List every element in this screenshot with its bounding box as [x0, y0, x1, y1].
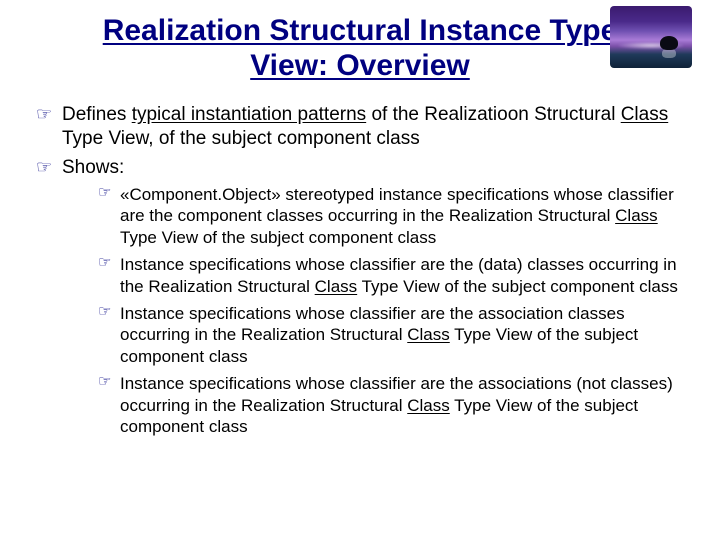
text: of the Realizatioon Structural: [366, 104, 621, 125]
title-line-2: View: Overview: [250, 49, 470, 82]
top-bullet-list: Defines typical instantiation patterns o…: [30, 103, 690, 437]
bullet-shows: Shows: «Component.Object» stereotyped in…: [36, 156, 690, 438]
text: Shows:: [62, 157, 124, 178]
slide: Realization Structural Instance Type Vie…: [0, 0, 720, 540]
sub-bullet-3: Instance specifications whose classifier…: [98, 303, 690, 367]
text-underlined: Class: [315, 277, 358, 296]
text: Defines: [62, 104, 132, 125]
text-underlined: Class: [407, 396, 450, 415]
text: Type View of the subject component class: [357, 277, 678, 296]
sub-bullet-4: Instance specifications whose classifier…: [98, 373, 690, 437]
text-underlined: Class: [615, 206, 658, 225]
title-line-1: Realization Structural Instance Type: [103, 14, 618, 47]
sub-bullet-1: «Component.Object» stereotyped instance …: [98, 184, 690, 248]
text-underlined: typical instantiation patterns: [132, 104, 366, 125]
decorative-image: [610, 6, 692, 68]
text: Type View, of the subject component clas…: [62, 128, 420, 149]
sub-bullet-list: «Component.Object» stereotyped instance …: [62, 184, 690, 437]
text: Type View of the subject component class: [120, 228, 436, 247]
sub-bullet-2: Instance specifications whose classifier…: [98, 254, 690, 297]
text-underlined: Class: [621, 104, 669, 125]
bullet-defines: Defines typical instantiation patterns o…: [36, 103, 690, 152]
text: «Component.Object» stereotyped instance …: [120, 185, 674, 225]
slide-title: Realization Structural Instance Type Vie…: [80, 14, 640, 83]
text-underlined: Class: [407, 325, 450, 344]
